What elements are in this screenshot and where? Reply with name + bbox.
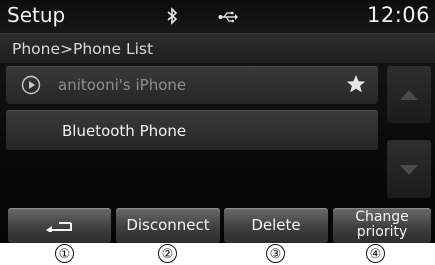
- usb-icon: [218, 9, 238, 28]
- change-priority-button[interactable]: Change priority: [333, 208, 431, 243]
- screen-title: Setup: [7, 3, 66, 27]
- callout-2: ②: [158, 244, 177, 263]
- list-item-paired-phone[interactable]: Bluetooth Phone: [6, 110, 378, 150]
- back-arrow-icon: [46, 222, 72, 232]
- star-icon: [346, 74, 366, 98]
- callout-4: ④: [366, 244, 385, 263]
- change-priority-label-line2: priority: [356, 224, 408, 240]
- change-priority-label-line1: Change: [355, 209, 409, 225]
- callout-1: ①: [55, 244, 74, 263]
- status-bar: Setup 12:06: [0, 0, 435, 32]
- delete-button[interactable]: Delete: [224, 208, 328, 243]
- setup-screen: Setup 12:06 Phone>Phone List anitooni's …: [0, 0, 435, 243]
- disconnect-button[interactable]: Disconnect: [116, 208, 220, 243]
- list-item-connected-phone[interactable]: anitooni's iPhone: [6, 66, 378, 104]
- bluetooth-icon: [166, 7, 178, 29]
- phone-list: anitooni's iPhone Bluetooth Phone: [6, 66, 378, 156]
- list-item-label: anitooni's iPhone: [58, 76, 187, 94]
- breadcrumb: Phone>Phone List: [0, 33, 435, 63]
- back-button[interactable]: [8, 208, 111, 243]
- clock: 12:06: [366, 3, 430, 27]
- play-icon: [21, 75, 41, 99]
- list-item-label: Bluetooth Phone: [62, 122, 187, 140]
- scroll-up-button[interactable]: [387, 66, 431, 123]
- callout-3: ③: [266, 244, 285, 263]
- triangle-up-icon: [400, 90, 418, 100]
- disconnect-label: Disconnect: [126, 216, 210, 234]
- triangle-down-icon: [400, 165, 418, 175]
- scroll-down-button[interactable]: [387, 140, 431, 198]
- delete-label: Delete: [251, 216, 301, 234]
